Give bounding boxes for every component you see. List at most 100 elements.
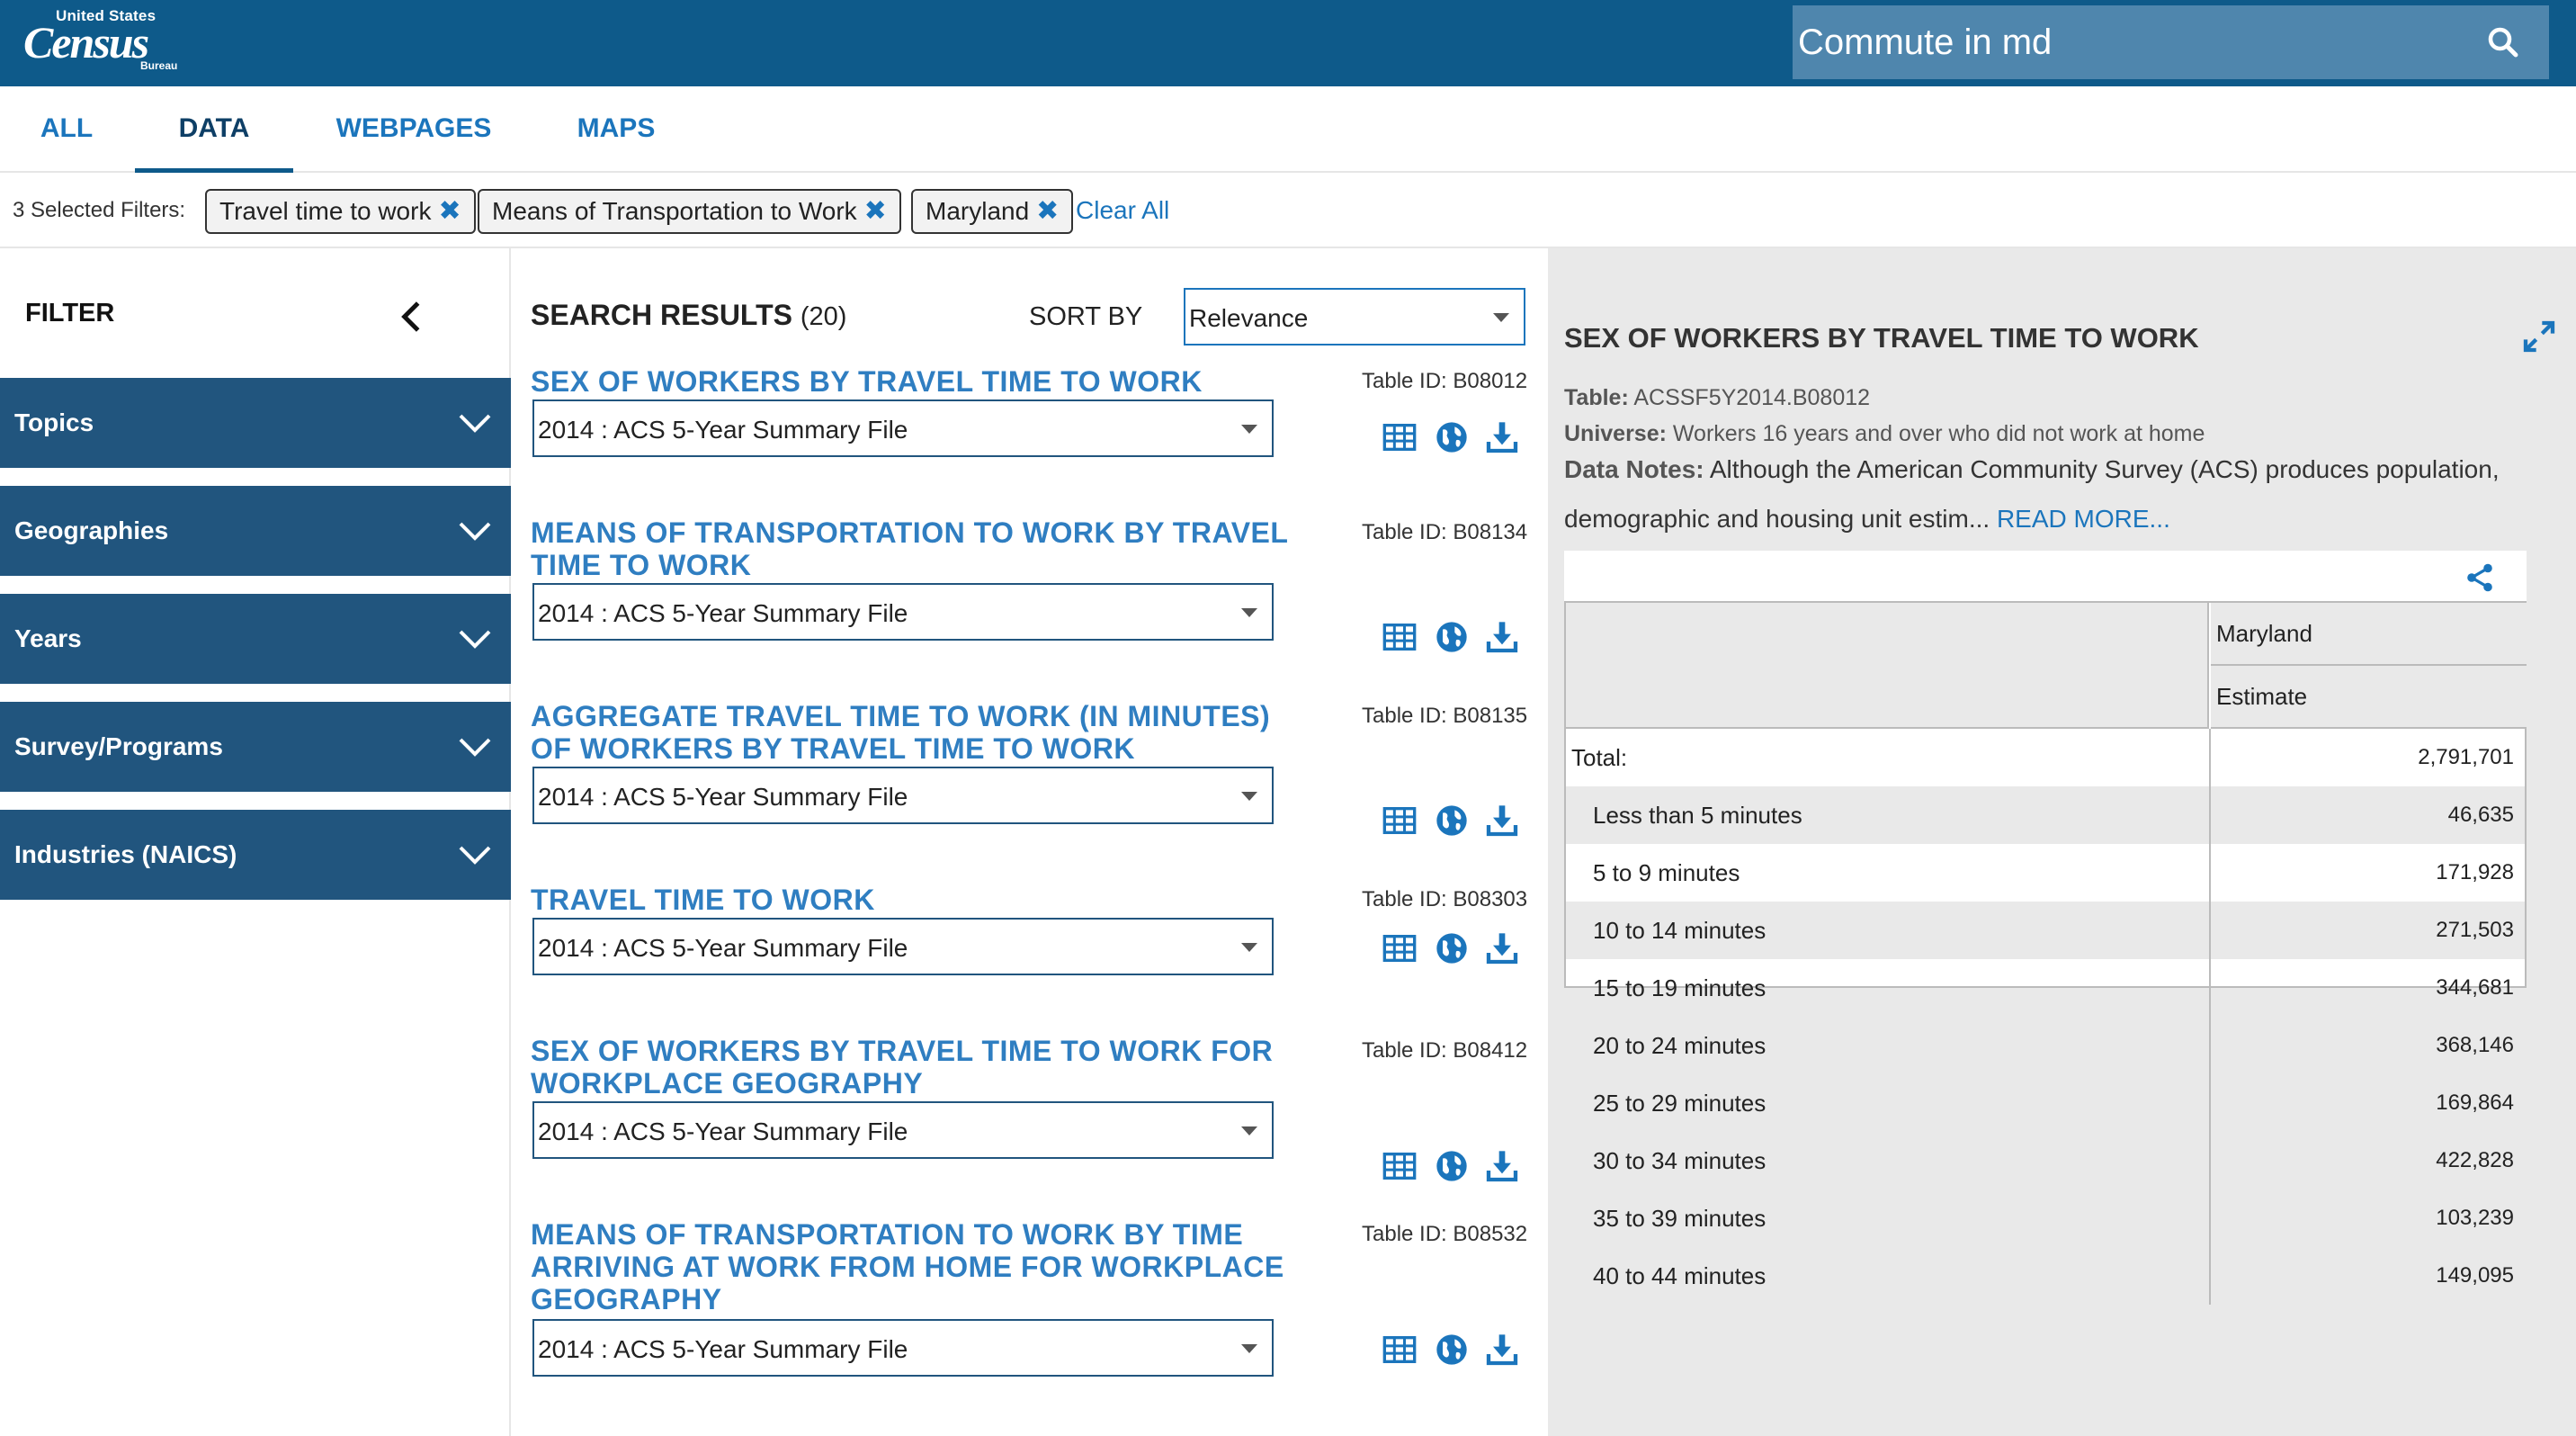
sort-label: SORT BY: [1029, 302, 1143, 331]
result-title[interactable]: MEANS OF TRANSPORTATION TO WORK BY TIME …: [531, 1218, 1304, 1315]
facet-years[interactable]: Years: [0, 594, 511, 684]
result-title[interactable]: TRAVEL TIME TO WORK: [531, 884, 1304, 916]
search-icon[interactable]: [2484, 23, 2522, 61]
preview-table-meta: Table: ACSSF5Y2014.B08012: [1564, 385, 1870, 411]
table-row: 10 to 14 minutes 271,503: [1566, 902, 2525, 959]
dataset-value: 2014 : ACS 5-Year Summary File: [538, 416, 908, 444]
facet-topics[interactable]: Topics: [0, 378, 511, 468]
dataset-select[interactable]: 2014 : ACS 5-Year Summary File: [532, 399, 1274, 457]
chevron-left-icon[interactable]: [396, 299, 428, 335]
tab-all[interactable]: ALL: [22, 86, 112, 173]
map-globe-icon[interactable]: [1434, 930, 1470, 966]
row-label: Less than 5 minutes: [1593, 802, 1802, 829]
logo-line-3: Bureau: [140, 59, 178, 72]
filter-chip-maryland[interactable]: Maryland ✖: [911, 189, 1074, 234]
caret-down-icon: [1241, 608, 1257, 617]
row-label: 10 to 14 minutes: [1593, 917, 1767, 944]
result-title[interactable]: SEX OF WORKERS BY TRAVEL TIME TO WORK FO…: [531, 1035, 1304, 1099]
download-icon[interactable]: [1484, 619, 1520, 655]
table-id: Table ID: B08412: [1362, 1038, 1528, 1063]
filter-chip-means-of-transportation[interactable]: Means of Transportation to Work ✖: [478, 189, 901, 234]
tab-maps[interactable]: MAPS: [558, 86, 675, 173]
remove-icon[interactable]: ✖: [864, 196, 887, 226]
table-icon[interactable]: [1382, 619, 1418, 655]
facet-industries[interactable]: Industries (NAICS): [0, 810, 511, 900]
row-label: 15 to 19 minutes: [1593, 974, 1767, 1001]
search-bar: [1793, 5, 2549, 79]
sort-select[interactable]: Relevance: [1184, 288, 1525, 346]
table-row: 35 to 39 minutes 103,239: [1566, 1189, 2525, 1247]
logo-line-2: Census: [23, 17, 149, 67]
result-title[interactable]: AGGREGATE TRAVEL TIME TO WORK (IN MINUTE…: [531, 700, 1304, 765]
caret-down-icon: [1241, 1344, 1257, 1353]
facet-geographies[interactable]: Geographies: [0, 486, 511, 576]
row-label: 30 to 34 minutes: [1593, 1147, 1767, 1174]
column-header-measure: Estimate: [2211, 666, 2527, 729]
dataset-select[interactable]: 2014 : ACS 5-Year Summary File: [532, 918, 1274, 975]
facet-survey-programs[interactable]: Survey/Programs: [0, 702, 511, 792]
column-header-geography: Maryland: [2211, 603, 2527, 666]
search-input[interactable]: [1794, 5, 2478, 79]
map-globe-icon[interactable]: [1434, 803, 1470, 839]
tab-webpages[interactable]: WEBPAGES: [324, 86, 504, 173]
selected-filters-label: 3 Selected Filters:: [13, 198, 186, 222]
dataset-select[interactable]: 2014 : ACS 5-Year Summary File: [532, 583, 1274, 641]
universe-value: Workers 16 years and over who did not wo…: [1672, 421, 2205, 446]
download-icon[interactable]: [1484, 1332, 1520, 1368]
clear-all-link[interactable]: Clear All: [1076, 173, 1169, 248]
table-id: Table ID: B08532: [1362, 1222, 1528, 1246]
download-icon[interactable]: [1484, 930, 1520, 966]
download-icon[interactable]: [1484, 803, 1520, 839]
table-icon[interactable]: [1382, 419, 1418, 455]
table-row: 5 to 9 minutes 171,928: [1566, 844, 2525, 902]
table-id: Table ID: B08012: [1362, 369, 1528, 393]
row-value: 46,635: [2447, 803, 2514, 827]
dataset-select[interactable]: 2014 : ACS 5-Year Summary File: [532, 1101, 1274, 1159]
facet-label: Industries (NAICS): [14, 840, 237, 868]
download-icon[interactable]: [1484, 419, 1520, 455]
remove-icon[interactable]: ✖: [438, 196, 461, 226]
measure-label: Estimate: [2216, 683, 2308, 710]
map-globe-icon[interactable]: [1434, 1332, 1470, 1368]
universe-label: Universe:: [1564, 421, 1667, 446]
filter-title: FILTER: [25, 299, 115, 328]
filter-chip-travel-time[interactable]: Travel time to work ✖: [205, 189, 476, 234]
result-title[interactable]: SEX OF WORKERS BY TRAVEL TIME TO WORK: [531, 365, 1304, 398]
table-row: Less than 5 minutes 46,635: [1566, 786, 2525, 844]
row-value: 344,681: [2436, 975, 2514, 1000]
preview-toolbar: [1564, 551, 2527, 601]
table-row: 15 to 19 minutes 344,681: [1566, 959, 2525, 1017]
notes-label: Data Notes:: [1564, 455, 1704, 483]
dataset-select[interactable]: 2014 : ACS 5-Year Summary File: [532, 1319, 1274, 1377]
row-label: 5 to 9 minutes: [1593, 859, 1740, 886]
map-globe-icon[interactable]: [1434, 419, 1470, 455]
row-value: 171,928: [2436, 860, 2514, 884]
filter-sidebar: FILTER Topics Geographies Years Survey/P…: [0, 248, 511, 1436]
dataset-select[interactable]: 2014 : ACS 5-Year Summary File: [532, 767, 1274, 824]
read-more-link[interactable]: READ MORE...: [1997, 505, 2170, 533]
facet-label: Survey/Programs: [14, 732, 223, 760]
row-value: 149,095: [2436, 1263, 2514, 1288]
remove-icon[interactable]: ✖: [1036, 196, 1059, 226]
tab-data[interactable]: DATA: [135, 86, 293, 173]
dataset-value: 2014 : ACS 5-Year Summary File: [538, 599, 908, 627]
download-icon[interactable]: [1484, 1148, 1520, 1184]
census-logo[interactable]: United States Census Bureau: [23, 7, 177, 79]
map-globe-icon[interactable]: [1434, 1148, 1470, 1184]
expand-icon[interactable]: [2521, 319, 2557, 355]
table-row: Total: 2,791,701: [1566, 729, 2525, 786]
table-icon[interactable]: [1382, 1332, 1418, 1368]
facet-label: Topics: [14, 408, 94, 436]
row-value: 368,146: [2436, 1033, 2514, 1057]
column-divider: [2209, 1189, 2211, 1247]
table-icon[interactable]: [1382, 1148, 1418, 1184]
table-icon[interactable]: [1382, 803, 1418, 839]
table-icon[interactable]: [1382, 930, 1418, 966]
column-divider: [2209, 1132, 2211, 1189]
table-id: Table ID: B08135: [1362, 704, 1528, 728]
result-title[interactable]: MEANS OF TRANSPORTATION TO WORK BY TRAVE…: [531, 516, 1304, 581]
share-icon[interactable]: [2464, 561, 2496, 594]
map-globe-icon[interactable]: [1434, 619, 1470, 655]
table-row: 30 to 34 minutes 422,828: [1566, 1132, 2525, 1189]
filter-chip-label: Means of Transportation to Work: [492, 197, 857, 225]
